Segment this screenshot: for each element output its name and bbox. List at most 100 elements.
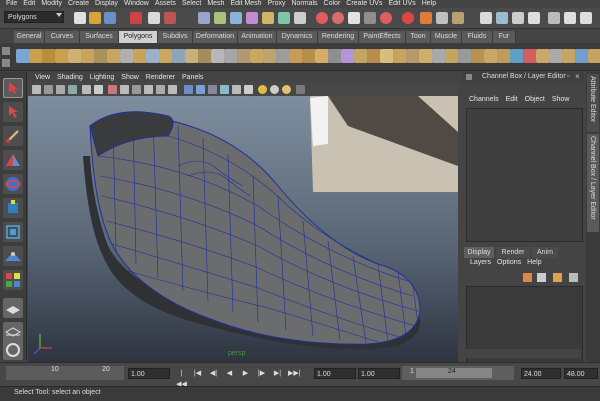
step-back-key-icon[interactable]: ◀| bbox=[208, 368, 219, 379]
poly-cone-icon[interactable] bbox=[55, 49, 69, 63]
panel-menu-shading[interactable]: Shading bbox=[57, 74, 83, 81]
poly-platonic-icon[interactable] bbox=[159, 49, 173, 63]
tab-subdivs[interactable]: Subdivs bbox=[158, 31, 193, 43]
tab-general[interactable]: General bbox=[14, 31, 45, 43]
select-by-component-icon[interactable] bbox=[164, 12, 176, 24]
show-tool-settings-icon[interactable] bbox=[496, 12, 508, 24]
select-camera-icon[interactable] bbox=[32, 85, 41, 94]
use-all-lights-icon[interactable] bbox=[258, 85, 267, 94]
menu-select[interactable]: Select bbox=[182, 0, 201, 8]
rotate-tool-icon[interactable] bbox=[3, 174, 23, 194]
toggle-panel-icon[interactable] bbox=[548, 12, 560, 24]
make-hole-icon[interactable] bbox=[341, 49, 355, 63]
menu-window[interactable]: Window bbox=[124, 0, 149, 8]
layout-uvs-icon[interactable] bbox=[588, 49, 600, 63]
go-to-start-icon[interactable]: |◀◀ bbox=[176, 368, 187, 388]
four-view-layout-icon[interactable] bbox=[3, 322, 23, 342]
poly-cube-icon[interactable] bbox=[29, 49, 43, 63]
paint-select-tool-icon[interactable] bbox=[3, 126, 23, 146]
play-backwards-icon[interactable]: ◀ bbox=[224, 368, 235, 379]
field-chart-icon[interactable] bbox=[144, 85, 153, 94]
channel-box-area[interactable] bbox=[466, 108, 583, 242]
combine-icon[interactable] bbox=[172, 49, 186, 63]
menu-edit-mesh[interactable]: Edit Mesh bbox=[230, 0, 261, 8]
ipr-render-icon[interactable] bbox=[436, 12, 448, 24]
grid-icon[interactable] bbox=[94, 85, 103, 94]
tab-channel-box-layer-editor[interactable]: Channel Box / Layer Editor bbox=[587, 134, 599, 232]
new-scene-icon[interactable] bbox=[74, 12, 86, 24]
poly-pipe-icon[interactable] bbox=[120, 49, 134, 63]
select-tool-icon[interactable] bbox=[3, 78, 23, 98]
menu-display[interactable]: Display bbox=[95, 0, 118, 8]
edge-mask-icon[interactable] bbox=[230, 12, 242, 24]
playback-end-field[interactable]: 24.00 bbox=[521, 368, 561, 379]
menu-set-dropdown[interactable]: Polygons bbox=[4, 11, 64, 23]
tab-deformation[interactable]: Deformation bbox=[193, 31, 238, 43]
tab-curves[interactable]: Curves bbox=[45, 31, 80, 43]
snap-to-point-icon[interactable] bbox=[348, 12, 360, 24]
shelf-editor-icon[interactable] bbox=[2, 59, 10, 67]
shadows-icon[interactable] bbox=[244, 85, 253, 94]
tab-toon[interactable]: Toon bbox=[406, 31, 431, 43]
menu-file[interactable]: File bbox=[6, 0, 17, 8]
lasso-tool-icon[interactable] bbox=[3, 102, 23, 122]
resolution-gate-icon[interactable] bbox=[120, 85, 129, 94]
perspective-viewport[interactable]: persp bbox=[28, 96, 458, 362]
select-by-hierarchy-icon[interactable] bbox=[130, 12, 142, 24]
toggle-channel-box-icon[interactable] bbox=[580, 12, 592, 24]
tab-dynamics[interactable]: Dynamics bbox=[277, 31, 318, 43]
cleanup-icon[interactable] bbox=[289, 49, 303, 63]
automatic-mapping-icon[interactable] bbox=[562, 49, 576, 63]
spherical-mapping-icon[interactable] bbox=[549, 49, 563, 63]
channel-box-menu-edit[interactable]: Edit bbox=[506, 96, 518, 106]
textured-icon[interactable] bbox=[220, 85, 229, 94]
viewport-canvas[interactable] bbox=[28, 96, 458, 362]
poly-soccer-ball-icon[interactable] bbox=[146, 49, 160, 63]
soft-modification-tool-icon[interactable] bbox=[3, 246, 23, 266]
channel-box-menu-show[interactable]: Show bbox=[552, 96, 570, 106]
menu-modify[interactable]: Modify bbox=[41, 0, 62, 8]
render-current-frame-icon[interactable] bbox=[420, 12, 432, 24]
tab-fur[interactable]: Fur bbox=[493, 31, 516, 43]
cylindrical-mapping-icon[interactable] bbox=[536, 49, 550, 63]
wireframe-on-shaded-icon[interactable] bbox=[208, 85, 217, 94]
poly-sphere-icon[interactable] bbox=[16, 49, 30, 63]
menu-assets[interactable]: Assets bbox=[155, 0, 176, 8]
use-selected-lights-icon[interactable] bbox=[282, 85, 291, 94]
quadrangulate-icon[interactable] bbox=[315, 49, 329, 63]
boolean-difference-icon[interactable] bbox=[237, 49, 251, 63]
mirror-icon[interactable] bbox=[263, 49, 277, 63]
snap-to-view-plane-icon[interactable] bbox=[364, 12, 376, 24]
append-polygon-icon[interactable] bbox=[367, 49, 381, 63]
persp-outliner-layout-icon[interactable] bbox=[3, 340, 23, 360]
poly-pyramid-icon[interactable] bbox=[107, 49, 121, 63]
tab-attribute-editor[interactable]: Attribute Editor bbox=[587, 74, 599, 132]
curve-mask-icon[interactable] bbox=[262, 12, 274, 24]
boolean-union-icon[interactable] bbox=[224, 49, 238, 63]
image-plane-icon[interactable] bbox=[68, 85, 77, 94]
panel-menu-renderer[interactable]: Renderer bbox=[146, 74, 175, 81]
create-layer-icon[interactable] bbox=[537, 273, 546, 282]
render-settings-icon[interactable] bbox=[452, 12, 464, 24]
insert-edge-loop-icon[interactable] bbox=[393, 49, 407, 63]
channel-box-menu-channels[interactable]: Channels bbox=[469, 96, 499, 106]
tab-painteffects[interactable]: PaintEffects bbox=[359, 31, 406, 43]
slide-edge-icon[interactable] bbox=[419, 49, 433, 63]
select-by-object-type-icon[interactable] bbox=[148, 12, 160, 24]
range-slider[interactable]: 1 24 bbox=[402, 366, 514, 380]
poly-prism-icon[interactable] bbox=[94, 49, 108, 63]
wedge-icon[interactable] bbox=[471, 49, 485, 63]
menu-edit[interactable]: Edit bbox=[23, 0, 35, 8]
shelf-menu-icon[interactable] bbox=[2, 47, 10, 55]
layer-menu-layers[interactable]: Layers bbox=[470, 259, 491, 269]
layer-options-icon[interactable] bbox=[569, 273, 578, 282]
make-live-icon[interactable] bbox=[380, 12, 392, 24]
channel-box-menu-object[interactable]: Object bbox=[525, 96, 545, 106]
menu-create[interactable]: Create bbox=[68, 0, 89, 8]
go-to-end-icon[interactable]: ▶▶| bbox=[288, 368, 301, 379]
dynamics-mask-icon[interactable] bbox=[294, 12, 306, 24]
panel-grip-icon[interactable] bbox=[466, 74, 472, 80]
2d-pan-zoom-icon[interactable] bbox=[82, 85, 91, 94]
reduce-icon[interactable] bbox=[276, 49, 290, 63]
split-polygon-icon[interactable] bbox=[380, 49, 394, 63]
